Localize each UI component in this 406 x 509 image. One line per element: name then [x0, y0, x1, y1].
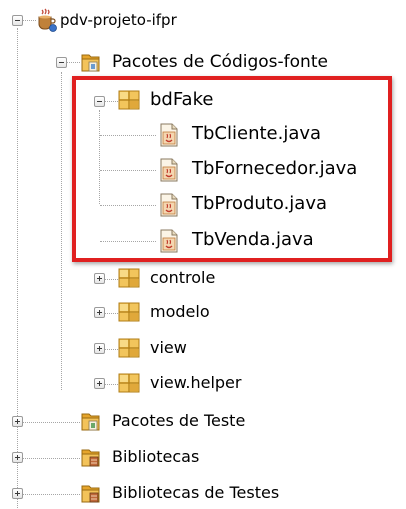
tree-row-file[interactable]: TbFornecedor.java — [0, 155, 357, 186]
library-folder-icon — [80, 481, 102, 509]
tree-row-file[interactable]: TbVenda.java — [0, 226, 320, 256]
tree-label: controle — [150, 268, 216, 287]
package-icon — [118, 372, 140, 398]
source-folder-icon — [80, 50, 102, 78]
tree-label: Pacotes de Teste — [112, 411, 246, 430]
tree-label: Bibliotecas — [112, 447, 200, 466]
tree-label: bdFake — [150, 89, 214, 110]
library-folder-icon — [80, 445, 102, 473]
java-file-icon — [158, 193, 180, 221]
tree-row-package-view[interactable]: view — [0, 334, 300, 364]
expand-toggle-icon[interactable] — [12, 416, 23, 427]
tree-label: TbFornecedor.java — [192, 158, 358, 179]
tree-row-package-view-helper[interactable]: view.helper — [0, 369, 300, 399]
tree-label: view.helper — [150, 373, 242, 392]
expand-toggle-icon[interactable] — [94, 307, 105, 318]
test-folder-icon — [80, 409, 102, 437]
collapse-toggle-icon[interactable] — [56, 57, 67, 68]
tree-label: TbCliente.java — [192, 123, 322, 144]
package-icon — [118, 89, 140, 115]
tree-row-package-bdfake[interactable]: bdFake — [0, 86, 320, 116]
tree-row-package-modelo[interactable]: modelo — [0, 298, 300, 328]
tree-row-test-packages[interactable]: Pacotes de Teste — [0, 407, 300, 437]
java-file-icon — [158, 158, 180, 186]
java-file-icon — [158, 123, 180, 151]
tree-row-test-libraries[interactable]: Bibliotecas de Testes — [0, 479, 320, 509]
tree-label: TbVenda.java — [192, 229, 314, 250]
tree-row-file[interactable]: TbCliente.java — [0, 120, 322, 151]
tree-label: Bibliotecas de Testes — [112, 483, 280, 502]
tree-row-file[interactable]: TbProduto.java — [0, 190, 327, 221]
expand-toggle-icon[interactable] — [94, 378, 105, 389]
package-icon — [118, 267, 140, 293]
expand-toggle-icon[interactable] — [94, 343, 105, 354]
tree-label: view — [150, 338, 187, 357]
collapse-toggle-icon[interactable] — [94, 96, 105, 107]
tree-row-libraries[interactable]: Bibliotecas — [0, 443, 300, 473]
coffee-cup-project-icon — [36, 8, 58, 36]
tree-label: modelo — [150, 302, 210, 321]
tree-label: pdv-projeto-ifpr — [60, 11, 177, 29]
expand-toggle-icon[interactable] — [12, 488, 23, 499]
tree-row-source-packages[interactable]: Pacotes de Códigos-fonte — [0, 48, 360, 78]
package-icon — [118, 301, 140, 327]
java-file-icon — [158, 229, 180, 257]
tree-row-package-controle[interactable]: controle — [0, 264, 300, 294]
expand-toggle-icon[interactable] — [94, 273, 105, 284]
tree-label: Pacotes de Códigos-fonte — [112, 52, 328, 72]
tree-row-project[interactable]: pdv-projeto-ifpr — [0, 6, 300, 36]
tree-label: TbProduto.java — [192, 193, 327, 214]
expand-toggle-icon[interactable] — [12, 452, 23, 463]
package-icon — [118, 337, 140, 363]
collapse-toggle-icon[interactable] — [12, 15, 23, 26]
